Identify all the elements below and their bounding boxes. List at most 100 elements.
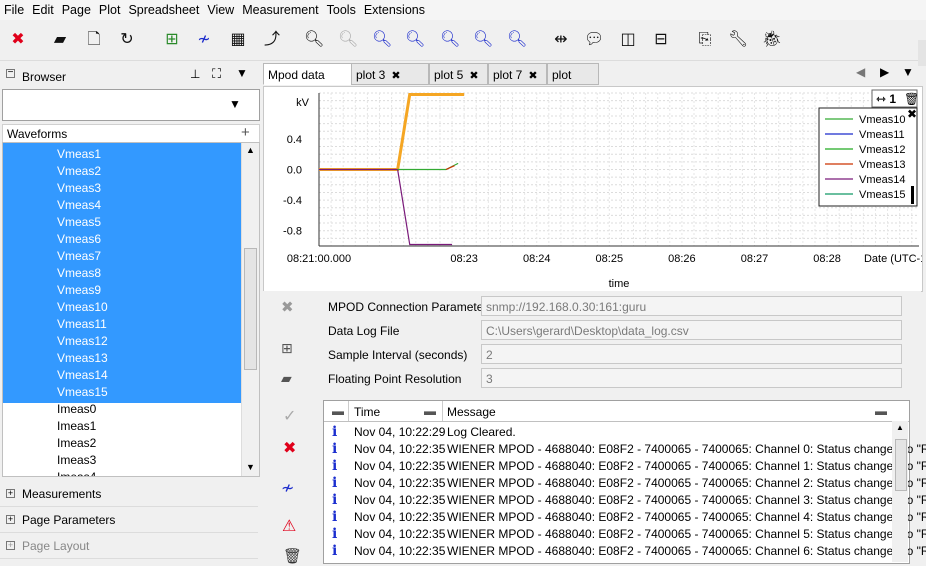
folder-icon[interactable]: ▰ bbox=[281, 370, 292, 387]
menu-measurement[interactable]: Measurement bbox=[238, 0, 322, 17]
log-row[interactable]: i Nov 04, 10:22:35 WIENER MPOD - 4688040: … bbox=[324, 475, 926, 492]
split-horizontal-icon[interactable]: ⊟ bbox=[651, 30, 671, 50]
log-row[interactable]: i Nov 04, 10:22:29 Log Cleared. bbox=[324, 424, 890, 441]
expand-icon[interactable]: + bbox=[6, 489, 15, 498]
tab-scroll-right-icon[interactable]: ▶ bbox=[880, 65, 889, 79]
tab-menu-icon[interactable]: ▼ bbox=[902, 65, 914, 79]
waveform-item[interactable]: Vmeas14 bbox=[57, 367, 108, 384]
zoom-x-icon[interactable]: 🔍︎ bbox=[473, 30, 493, 50]
waveform-item[interactable]: Imeas1 bbox=[57, 418, 96, 435]
waveform-log-icon[interactable]: ≁ bbox=[281, 478, 294, 498]
log-row[interactable]: i Nov 04, 10:22:35 WIENER MPOD - 4688040: … bbox=[324, 509, 926, 526]
section-page-parameters[interactable]: + Page Parameters bbox=[0, 508, 258, 533]
waveform-item[interactable]: Vmeas3 bbox=[57, 180, 101, 197]
scroll-down-icon[interactable]: ▼ bbox=[246, 462, 255, 472]
dropdown-arrow-icon[interactable]: ▼ bbox=[229, 97, 241, 111]
col-time[interactable]: Time bbox=[354, 405, 380, 419]
zoom-minus-icon[interactable]: 🔍︎ bbox=[440, 30, 460, 50]
param-value-field[interactable]: snmp://192.168.0.30:161:guru bbox=[481, 296, 902, 316]
waveform-item[interactable]: Vmeas7 bbox=[57, 248, 101, 265]
float-icon[interactable]: ⛶ bbox=[212, 66, 221, 82]
time-col-icon[interactable]: ▬ bbox=[424, 404, 436, 418]
log-row[interactable]: i Nov 04, 10:22:35 WIENER MPOD - 4688040: … bbox=[324, 458, 926, 475]
section-measurements[interactable]: + Measurements bbox=[0, 482, 258, 507]
expand-icon[interactable]: + bbox=[6, 515, 15, 524]
pin-icon[interactable]: ⊥ bbox=[190, 67, 200, 81]
collapse-icon[interactable]: − bbox=[6, 68, 15, 78]
export-icon[interactable]: ⤴ bbox=[262, 30, 282, 50]
chart-panel[interactable]: kV 0.4 0.0 -0.4 -0.8 08:21:00.000 08:23 08:24 08… bbox=[263, 86, 926, 292]
close-tab-icon[interactable]: ✖ bbox=[391, 70, 400, 82]
waveform-item[interactable]: Vmeas11 bbox=[57, 316, 107, 333]
menu-tools[interactable]: Tools bbox=[323, 0, 360, 17]
script-icon[interactable]: ⎘ bbox=[695, 30, 715, 50]
tab-plot-7[interactable]: plot 7 ✖ bbox=[488, 63, 547, 85]
log-scrollbar[interactable]: ▲ bbox=[892, 421, 908, 562]
waveform-item[interactable]: Vmeas15 bbox=[57, 384, 108, 401]
waveform-item[interactable]: Vmeas8 bbox=[57, 265, 101, 282]
scroll-up-icon[interactable]: ▲ bbox=[246, 145, 255, 155]
waveform-item[interactable]: Vmeas9 bbox=[57, 282, 101, 299]
refresh-icon[interactable]: ↻ bbox=[117, 30, 137, 50]
menu-view[interactable]: View bbox=[203, 0, 238, 17]
add-plot-icon[interactable]: ⊞ bbox=[162, 30, 182, 50]
waveform-item[interactable]: Vmeas13 bbox=[57, 350, 108, 367]
param-value-field[interactable]: C:\Users\gerard\Desktop\data_log.csv bbox=[481, 320, 902, 340]
waveform-item[interactable]: Vmeas4 bbox=[57, 197, 101, 214]
param-value-field[interactable]: 3 bbox=[481, 368, 902, 388]
open-folder-icon[interactable]: ▰ bbox=[50, 30, 70, 50]
menu-file[interactable]: File bbox=[0, 0, 28, 17]
waveform-item[interactable]: Imeas0 bbox=[57, 401, 96, 418]
waveform-item[interactable]: Imeas3 bbox=[57, 452, 96, 469]
split-vertical-icon[interactable]: ◫ bbox=[618, 30, 638, 50]
chart-svg[interactable]: kV 0.4 0.0 -0.4 -0.8 08:21:00.000 08:23 08:24 08… bbox=[264, 87, 926, 291]
waveform-item[interactable]: Imeas2 bbox=[57, 435, 96, 452]
bug-icon[interactable]: 🐞︎ bbox=[762, 30, 782, 50]
scroll-thumb[interactable] bbox=[244, 248, 257, 370]
menu-edit[interactable]: Edit bbox=[28, 0, 58, 17]
sort-icon[interactable]: ▬ bbox=[332, 404, 344, 418]
close-red-icon[interactable]: ✖ bbox=[8, 30, 28, 50]
waveform-item[interactable]: Vmeas1 bbox=[57, 146, 101, 163]
menu-down-icon[interactable]: ▼ bbox=[236, 66, 248, 80]
tab-plot-5[interactable]: plot 5 ✖ bbox=[429, 63, 488, 85]
zoom-disabled-icon[interactable]: 🔍︎ bbox=[338, 30, 358, 50]
menu-page[interactable]: Page bbox=[58, 0, 95, 17]
zoom-icon[interactable]: 🔍︎ bbox=[304, 30, 324, 50]
waveform-item[interactable]: Vmeas10 bbox=[57, 299, 108, 316]
log-row[interactable]: i Nov 04, 10:22:35 WIENER MPOD - 4688040: … bbox=[324, 492, 926, 509]
annotate-icon[interactable]: 💬︎ bbox=[584, 30, 604, 50]
waveform-item[interactable]: Imeas4 bbox=[57, 469, 96, 476]
new-page-icon[interactable]: 🗋 bbox=[84, 30, 104, 50]
scrollbar[interactable]: ▲ ▼ bbox=[241, 143, 259, 476]
log-row[interactable]: i Nov 04, 10:22:35 WIENER MPOD - 4688040: … bbox=[324, 441, 926, 458]
waveform-item[interactable]: Vmeas6 bbox=[57, 231, 101, 248]
log-row[interactable]: i Nov 04, 10:22:35 WIENER MPOD - 4688040: … bbox=[324, 543, 926, 560]
expand-icon[interactable]: + bbox=[6, 541, 15, 550]
network-icon[interactable]: ⊞ bbox=[281, 340, 293, 357]
menu-plot[interactable]: Plot bbox=[95, 0, 125, 17]
message-col-icon[interactable]: ▬ bbox=[875, 404, 887, 418]
fit-horizontal-icon[interactable]: ⇹ bbox=[551, 30, 571, 50]
trash-icon[interactable]: 🗑︎ bbox=[283, 547, 302, 565]
log-row[interactable]: i Nov 04, 10:22:35 WIENER MPOD - 4688040: … bbox=[324, 526, 926, 543]
col-message[interactable]: Message bbox=[447, 405, 496, 419]
param-value-field[interactable]: 2 bbox=[481, 344, 902, 364]
tab-plot-3[interactable]: plot 3 ✖ bbox=[351, 63, 429, 85]
menu-extensions[interactable]: Extensions bbox=[360, 0, 429, 17]
log-scroll-thumb[interactable] bbox=[895, 439, 907, 491]
browser-selector[interactable]: ▼ bbox=[2, 89, 260, 121]
zoom-fit-icon[interactable]: 🔍︎ bbox=[507, 30, 527, 50]
table-icon[interactable]: ▦ bbox=[228, 30, 248, 50]
tab-scroll-left-icon[interactable]: ◀ bbox=[856, 65, 865, 79]
disconnect-icon[interactable]: ✖ bbox=[281, 298, 294, 316]
add-icon[interactable]: + bbox=[241, 124, 250, 141]
warning-icon[interactable]: ⚠ bbox=[282, 516, 296, 536]
log-scroll-up-icon[interactable]: ▲ bbox=[896, 423, 904, 432]
zoom-blue-icon[interactable]: 🔍︎ bbox=[372, 30, 392, 50]
close-tab-icon[interactable]: ✖ bbox=[469, 70, 478, 82]
wrench-icon[interactable]: 🔧︎ bbox=[728, 30, 748, 50]
menu-spreadsheet[interactable]: Spreadsheet bbox=[124, 0, 203, 17]
close-tab-icon[interactable]: ✖ bbox=[528, 70, 537, 82]
checkmark-icon[interactable]: ✓ bbox=[283, 406, 296, 426]
